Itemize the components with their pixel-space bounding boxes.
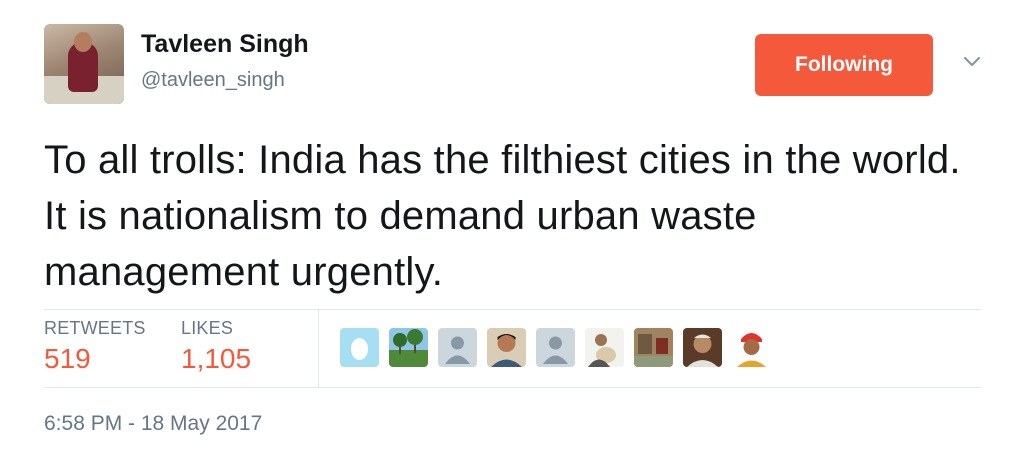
- street-scene-photo-avatar[interactable]: [634, 328, 673, 367]
- likes-count: 1,105: [181, 343, 252, 374]
- default-person-avatar-icon[interactable]: [438, 328, 477, 367]
- stats-top-divider: [44, 309, 981, 310]
- tweet-timestamp[interactable]: 6:58 PM - 18 May 2017: [44, 412, 262, 436]
- man-in-turban-photo-avatar[interactable]: [732, 328, 771, 367]
- default-person-avatar-icon[interactable]: [536, 328, 575, 367]
- author-name[interactable]: Tavleen Singh: [141, 30, 309, 59]
- following-button[interactable]: Following: [755, 34, 933, 96]
- tweet-text: To all trolls: India has the filthiest c…: [44, 138, 961, 294]
- avatar-figure-head: [74, 32, 92, 52]
- retweets-label: RETWEETS: [44, 318, 146, 338]
- man-photo-avatar[interactable]: [487, 328, 526, 367]
- retweets-count: 519: [44, 343, 91, 374]
- egg-default-avatar-icon[interactable]: [340, 328, 379, 367]
- likes-label: LIKES: [181, 318, 234, 338]
- author-handle[interactable]: @tavleen_singh: [141, 69, 285, 92]
- person-with-dog-photo-avatar[interactable]: [585, 328, 624, 367]
- stats-separator: [318, 310, 319, 387]
- likes-stat[interactable]: LIKES 1,105: [181, 318, 251, 375]
- stats-bottom-divider: [44, 387, 981, 388]
- chevron-down-icon[interactable]: [962, 54, 982, 70]
- retweets-stat[interactable]: RETWEETS 519: [44, 318, 146, 375]
- author-avatar[interactable]: [44, 24, 124, 104]
- palm-trees-photo-avatar[interactable]: [389, 328, 428, 367]
- elderly-man-photo-avatar[interactable]: [683, 328, 722, 367]
